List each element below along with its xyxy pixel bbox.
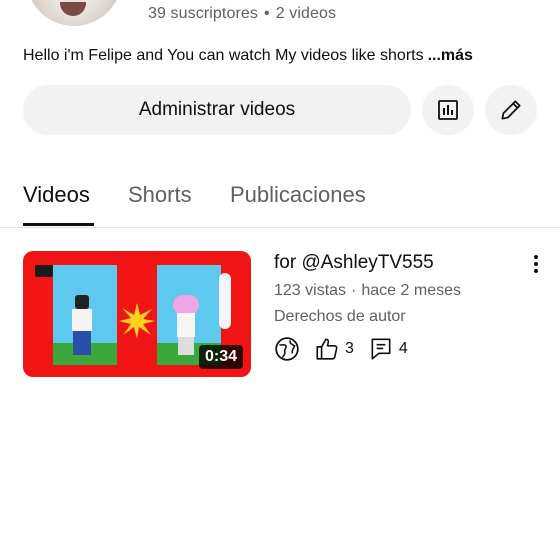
like-count: 3 [345, 340, 354, 357]
channel-description[interactable]: Hello i'm Felipe and You can watch My vi… [23, 47, 473, 65]
description-text: Hello i'm Felipe and You can watch My vi… [23, 47, 424, 64]
thumbs-up-icon [316, 338, 338, 360]
subscriber-count: 39 suscriptores [148, 5, 258, 22]
video-thumbnail[interactable]: 0:34 [23, 251, 251, 377]
tab-shorts[interactable]: Shorts [128, 182, 192, 208]
comment-icon [371, 338, 391, 360]
video-meta: 123 vistas · hace 2 meses [274, 282, 461, 300]
channel-tabs: Videos Shorts Publicaciones [0, 178, 560, 228]
video-count: 2 videos [275, 5, 337, 22]
video-rights: Derechos de autor [274, 308, 406, 325]
comments[interactable]: 4 [368, 336, 408, 362]
thumbnail-character-right [171, 295, 201, 355]
manage-videos-button[interactable]: Administrar videos [23, 85, 411, 135]
comment-count: 4 [398, 340, 408, 357]
edit-channel-button[interactable] [485, 85, 537, 135]
analytics-icon [438, 100, 458, 120]
tab-publicaciones[interactable]: Publicaciones [230, 182, 366, 208]
video-age: hace 2 meses [361, 282, 461, 299]
thumbnail-character-left [69, 295, 95, 355]
video-duration: 0:34 [198, 345, 243, 369]
analytics-button[interactable] [422, 85, 474, 135]
channel-stats: 39 suscriptores • 2 videos [148, 5, 336, 23]
visibility-public[interactable] [274, 336, 300, 362]
active-tab-indicator [23, 223, 94, 226]
video-views: 123 vistas [274, 282, 347, 299]
video-title[interactable]: for @AshleyTV555 [274, 252, 434, 274]
separator-dot: · [351, 282, 357, 299]
video-actions: 3 4 [274, 335, 408, 363]
thumbnail-burst [119, 303, 155, 339]
thumbnail-logo [35, 265, 53, 277]
tab-videos[interactable]: Videos [23, 182, 90, 208]
globe-icon [275, 337, 299, 361]
thumbnail-bar [219, 273, 231, 329]
likes[interactable]: 3 [314, 336, 354, 362]
channel-avatar[interactable] [26, 0, 122, 26]
more-options-icon[interactable] [526, 252, 546, 276]
pencil-icon [501, 100, 521, 120]
more-link[interactable]: ...más [428, 47, 473, 64]
separator-dot: • [264, 5, 270, 22]
avatar-face [60, 2, 86, 16]
